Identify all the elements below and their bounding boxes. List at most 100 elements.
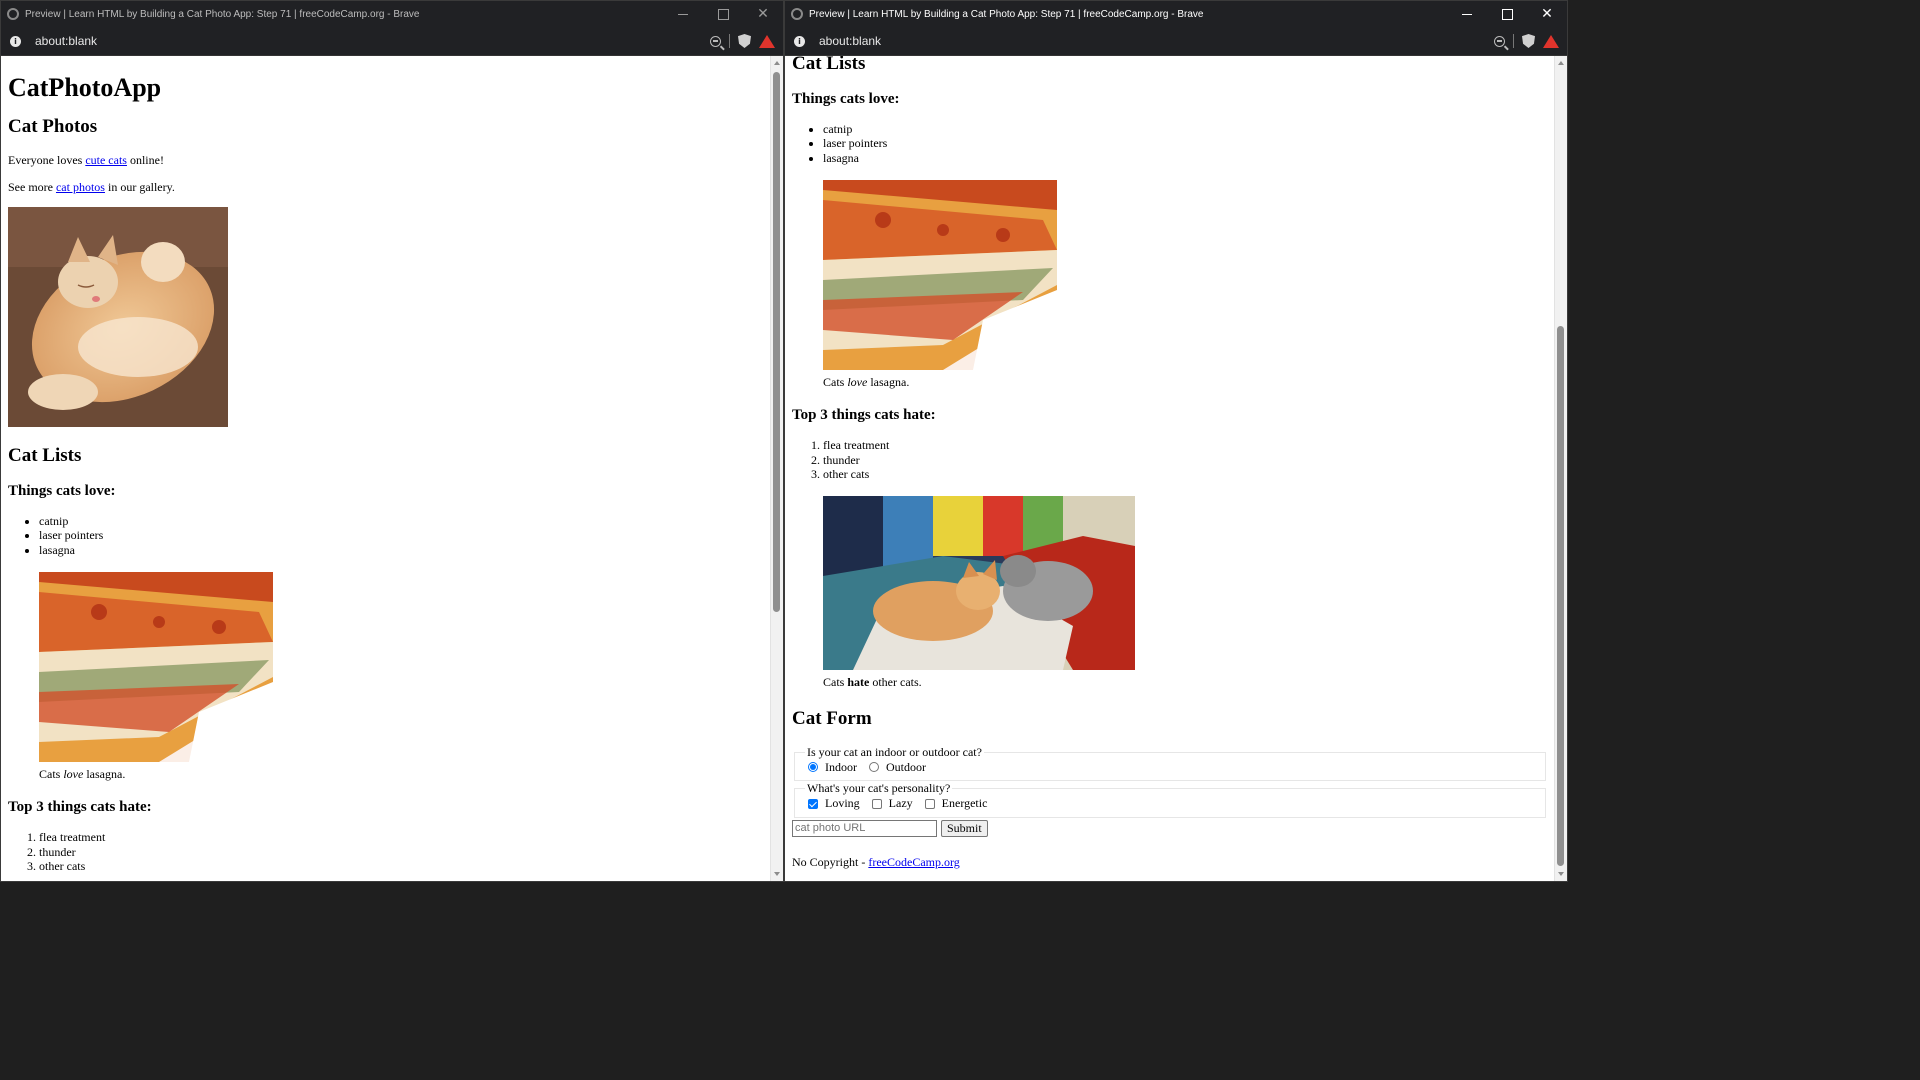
list-item: catnip [823,122,1547,137]
scroll-down-icon[interactable] [1558,872,1564,876]
love-heading: Things cats love: [8,482,116,499]
info-icon[interactable]: i [10,35,21,47]
scrollbar[interactable] [1554,56,1567,881]
lazy-checkbox[interactable] [871,798,882,809]
list-item: thunder [39,845,763,860]
page-viewport: CatPhotoApp Cat Photos Everyone loves cu… [785,56,1567,881]
cute-cats-link[interactable]: cute cats [85,153,127,167]
minimize-icon[interactable] [663,1,703,27]
close-icon[interactable]: ✕ [1527,1,1567,27]
list-item: flea treatment [39,830,763,845]
brave-shield-icon[interactable] [1522,34,1535,48]
close-icon[interactable]: ✕ [743,1,783,27]
brave-shield-icon[interactable] [738,34,751,48]
minimize-icon[interactable] [1447,1,1487,27]
hate-heading: Top 3 things cats hate: [792,406,936,423]
loving-option[interactable]: Loving [805,796,860,811]
browser-window-right: Preview | Learn HTML by Building a Cat P… [784,0,1568,882]
title-bar: Preview | Learn HTML by Building a Cat P… [785,1,1567,27]
brave-rewards-icon[interactable] [1543,34,1559,48]
app-title: CatPhotoApp [8,73,162,102]
scroll-down-icon[interactable] [774,872,780,876]
relaxing-cat-image[interactable] [8,206,228,427]
zoom-out-icon[interactable] [1494,35,1505,47]
gallery-paragraph: See more cat photos in our gallery. [8,179,175,194]
url-submit-row: Submit [792,819,1547,837]
loving-checkbox[interactable] [808,798,818,809]
hate-list: flea treatment thunder other cats [792,438,1547,482]
brave-rewards-icon[interactable] [759,34,775,48]
two-cats-image[interactable] [823,496,1135,670]
cat-photo-url-input[interactable] [792,819,937,837]
list-item: lasagna [823,151,1547,166]
cat-form-section: Cat Form Is your cat an indoor or outdoo… [792,708,1547,837]
scroll-up-icon[interactable] [774,61,780,65]
list-item: other cats [39,859,763,874]
scroll-up-icon[interactable] [1558,61,1564,65]
lasagna-image[interactable] [39,571,273,762]
indoor-option[interactable]: Indoor [805,760,857,775]
list-item: lasagna [39,543,763,558]
list-item: catnip [39,514,763,529]
hate-list: flea treatment thunder other cats [8,830,763,874]
divider [1513,34,1514,48]
lasagna-caption: Cats love lasagna. [823,374,910,389]
title-bar: Preview | Learn HTML by Building a Cat P… [1,1,783,27]
list-item: laser pointers [823,136,1547,151]
fieldset-legend: What's your cat's personality? [807,781,951,796]
cat-photos-link[interactable]: cat photos [56,180,105,194]
list-item: thunder [823,453,1547,468]
divider [729,34,730,48]
intro-paragraph: Everyone loves cute cats online! [8,152,164,167]
love-list: catnip laser pointers lasagna [792,122,1547,166]
section-heading: Cat Form [792,708,872,729]
address-bar: i about:blank [785,27,1567,56]
page-content: CatPhotoApp Cat Photos Everyone loves cu… [8,56,763,881]
scroll-thumb[interactable] [773,72,780,612]
energetic-option[interactable]: Energetic [922,796,987,811]
outdoor-option[interactable]: Outdoor [866,760,926,775]
indoor-outdoor-fieldset: Is your cat an indoor or outdoor cat? In… [794,744,1546,782]
page-viewport: CatPhotoApp Cat Photos Everyone loves cu… [1,56,783,881]
brave-logo-icon [791,8,803,20]
cat-lists-section: Cat Lists Things cats love: catnip laser… [792,56,1547,690]
hate-heading: Top 3 things cats hate: [8,798,152,815]
page-content: CatPhotoApp Cat Photos Everyone loves cu… [792,56,1547,870]
section-heading: Cat Lists [8,444,82,466]
list-item: laser pointers [39,528,763,543]
maximize-icon[interactable] [703,1,743,27]
submit-button[interactable]: Submit [941,819,988,837]
personality-fieldset: What's your cat's personality? Loving La… [794,781,1546,818]
address-bar: i about:blank [1,27,783,56]
section-heading: Cat Photos [8,116,98,138]
section-heading: Cat Lists [792,56,866,74]
lasagna-caption: Cats love lasagna. [39,766,126,781]
maximize-icon[interactable] [1487,1,1527,27]
url-field[interactable]: about:blank [819,34,881,48]
indoor-radio[interactable] [808,762,818,773]
list-item: other cats [823,467,1547,482]
window-title: Preview | Learn HTML by Building a Cat P… [809,8,1204,20]
info-icon[interactable]: i [794,35,805,47]
zoom-out-icon[interactable] [710,35,721,47]
url-field[interactable]: about:blank [35,34,97,48]
lasagna-figure: Cats love lasagna. [39,571,763,782]
cat-lists-section: Cat Lists Things cats love: catnip laser… [8,445,763,874]
outdoor-radio[interactable] [869,762,879,773]
scroll-thumb[interactable] [1557,326,1564,866]
love-heading: Things cats love: [792,90,900,107]
energetic-checkbox[interactable] [924,798,935,809]
list-item: flea treatment [823,438,1547,453]
love-list: catnip laser pointers lasagna [8,514,763,558]
lasagna-figure: Cats love lasagna. [823,179,1547,390]
freecodecamp-link[interactable]: freeCodeCamp.org [868,855,959,869]
cat-photos-section: Cat Photos Everyone loves cute cats onli… [8,116,763,427]
cats-figure: Cats hate other cats. [823,496,1547,690]
cats-caption: Cats hate other cats. [823,675,922,689]
lasagna-image[interactable] [823,179,1057,370]
cat-form: Is your cat an indoor or outdoor cat? In… [792,744,1547,837]
footer: No Copyright - freeCodeCamp.org [792,854,960,869]
lazy-option[interactable]: Lazy [869,796,913,811]
window-title: Preview | Learn HTML by Building a Cat P… [25,8,420,20]
scrollbar[interactable] [770,56,783,881]
